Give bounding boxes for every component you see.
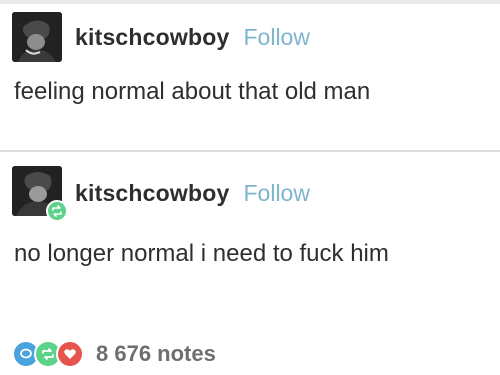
username-link[interactable]: kitschcowboy <box>75 24 230 51</box>
post-text: feeling normal about that old man <box>14 78 371 105</box>
reblog-badge <box>46 200 68 222</box>
note-icons <box>12 340 84 368</box>
post-reblog: kitschcowboy Follow no longer normal i n… <box>0 152 500 375</box>
heart-icon <box>56 340 84 368</box>
avatar-photo-icon <box>12 12 62 62</box>
reblog-icon <box>52 205 62 217</box>
post-original: kitschcowboy Follow feeling normal about… <box>0 0 500 150</box>
follow-button[interactable]: Follow <box>244 24 310 51</box>
post-header: kitschcowboy Follow <box>75 180 310 207</box>
username-link[interactable]: kitschcowboy <box>75 180 230 207</box>
avatar[interactable] <box>12 12 62 62</box>
notes-row[interactable]: 8 676 notes <box>12 334 216 374</box>
notes-count[interactable]: 8 676 notes <box>96 341 216 367</box>
follow-button[interactable]: Follow <box>244 180 310 207</box>
post-header: kitschcowboy Follow <box>75 24 310 51</box>
post-text: no longer normal i need to fuck him <box>14 240 389 267</box>
